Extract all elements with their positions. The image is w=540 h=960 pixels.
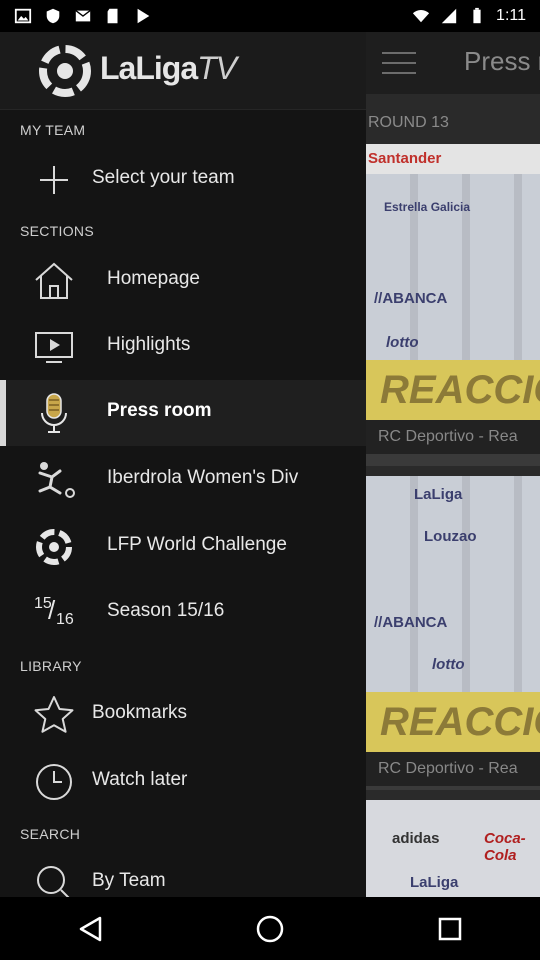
play-store-icon xyxy=(137,8,150,24)
sponsor-text: lotto xyxy=(432,656,465,673)
sponsor-text: //ABANCA xyxy=(374,290,448,307)
home-circle-icon xyxy=(256,915,284,942)
mail-notification-icon xyxy=(75,10,91,22)
section-heading-search: SEARCH xyxy=(20,826,81,842)
status-left xyxy=(14,7,152,25)
video-banner: REACCIO xyxy=(366,360,540,420)
sponsor-text: lotto xyxy=(386,334,419,351)
add-icon xyxy=(30,158,78,202)
section-heading-my-team: MY TEAM xyxy=(20,122,86,138)
sd-card-icon xyxy=(107,8,118,24)
round-label: ROUND 13 xyxy=(368,114,449,131)
microphone-icon xyxy=(30,391,78,435)
sidebar-item-world-challenge[interactable]: LFP World Challenge xyxy=(0,514,366,580)
select-team-item[interactable]: Select your team xyxy=(0,147,366,213)
sidebar-item-label: Watch later xyxy=(92,769,188,790)
sponsor-text: Estrella Galicia xyxy=(384,200,471,214)
sidebar-item-label: Press room xyxy=(107,400,212,421)
logo-name: LaLiga xyxy=(100,50,198,86)
drawer-header: LaLigaTV xyxy=(0,32,366,110)
battery-icon xyxy=(473,7,481,24)
home-button[interactable] xyxy=(240,899,300,959)
video-banner: REACCIO xyxy=(366,692,540,752)
section-heading-sections: SECTIONS xyxy=(20,223,94,239)
sidebar-item-label: Bookmarks xyxy=(92,702,188,723)
sponsor-text: Coca-Cola xyxy=(484,830,526,864)
recents-button[interactable] xyxy=(420,899,480,959)
sponsor-text: adidas xyxy=(392,830,440,847)
select-team-label: Select your team xyxy=(92,167,235,188)
season-icon: 15 / 16 xyxy=(30,591,78,635)
status-time: 1:11 xyxy=(496,7,526,24)
tv-play-icon xyxy=(30,325,78,369)
section-heading-library: LIBRARY xyxy=(20,658,82,674)
status-bar: 1:11 xyxy=(0,0,540,32)
video-card[interactable]: LaLiga Louzao //ABANCA lotto REACCIO RC … xyxy=(366,476,540,790)
video-card[interactable]: adidas Coca-Cola LaLiga xyxy=(366,800,540,897)
sponsor-text: Louzao xyxy=(424,528,477,545)
app-logo: LaLigaTV xyxy=(100,50,237,87)
sidebar-item-homepage[interactable]: Homepage xyxy=(0,248,366,314)
recents-icon xyxy=(438,917,462,940)
menu-icon[interactable] xyxy=(382,52,416,76)
season-icon-end: 16 xyxy=(56,611,74,628)
signal-icon xyxy=(441,8,457,24)
system-navigation-bar xyxy=(0,897,540,960)
sidebar-item-label: Homepage xyxy=(107,268,200,289)
sponsor-text: //ABANCA xyxy=(374,614,448,631)
home-icon xyxy=(30,259,78,303)
sidebar-item-womens-division[interactable]: Iberdrola Women's Div xyxy=(0,447,366,513)
sponsor-wall: Santander Estrella Galicia //ABANCA lott… xyxy=(366,144,540,360)
sponsor-text: LaLiga xyxy=(410,874,459,891)
sidebar-item-bookmarks[interactable]: Bookmarks xyxy=(0,682,366,748)
player-kick-icon xyxy=(30,458,78,502)
sidebar-item-label: Iberdrola Women's Div xyxy=(107,467,299,488)
sidebar-item-watch-later[interactable]: Watch later xyxy=(0,749,366,815)
sidebar-item-label: By Team xyxy=(92,870,166,891)
selected-indicator xyxy=(0,380,6,446)
search-icon xyxy=(30,861,78,897)
sidebar-item-highlights[interactable]: Highlights xyxy=(0,314,366,380)
sidebar-item-press-room[interactable]: Press room xyxy=(0,380,366,446)
security-notification-icon xyxy=(46,8,60,24)
navigation-drawer: LaLigaTV MY TEAM Select your team SECTIO… xyxy=(0,32,366,897)
sidebar-item-by-team[interactable]: By Team xyxy=(0,850,366,897)
sponsor-text: LaLiga xyxy=(414,486,463,503)
sponsor-wall: LaLiga Louzao //ABANCA lotto xyxy=(366,476,540,692)
sponsor-text: Santander xyxy=(368,150,442,167)
video-caption: RC Deportivo - Rea xyxy=(366,752,540,786)
back-icon xyxy=(79,916,102,941)
background-page-title: Press r xyxy=(464,46,540,76)
video-caption: RC Deportivo - Rea xyxy=(366,420,540,454)
back-button[interactable] xyxy=(60,899,120,959)
video-card[interactable]: Santander Estrella Galicia //ABANCA lott… xyxy=(366,144,540,466)
sidebar-item-label: LFP World Challenge xyxy=(107,534,287,555)
star-icon xyxy=(30,693,78,737)
logo-suffix: TV xyxy=(197,50,237,86)
season-icon-slash: / xyxy=(48,595,56,625)
status-right: 1:11 xyxy=(412,7,526,25)
sidebar-item-label: Season 15/16 xyxy=(107,600,225,621)
laliga-logo-icon xyxy=(39,45,91,97)
sidebar-item-label: Highlights xyxy=(107,334,191,355)
wifi-icon xyxy=(412,10,430,23)
clock-icon xyxy=(30,760,78,804)
image-notification-icon xyxy=(14,8,32,24)
sidebar-item-season[interactable]: 15 / 16 Season 15/16 xyxy=(0,580,366,646)
laliga-ball-icon xyxy=(30,525,78,569)
